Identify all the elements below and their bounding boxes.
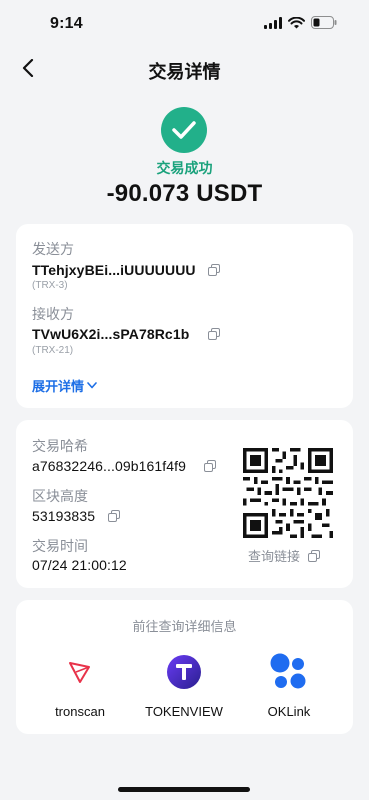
- status-text: 交易成功: [156, 160, 213, 176]
- signal-icon: [264, 16, 282, 29]
- explorer-name: tronscan: [55, 704, 105, 719]
- oklink-logo-icon: [269, 652, 309, 692]
- copy-icon[interactable]: [108, 510, 120, 522]
- battery-icon: [311, 16, 337, 29]
- sender-label: 发送方: [32, 241, 74, 257]
- copy-icon[interactable]: [208, 328, 220, 340]
- tronscan-logo-icon: [60, 652, 100, 692]
- home-indicator: [118, 787, 250, 792]
- page-title: 交易详情: [148, 62, 221, 82]
- sender-address[interactable]: TTehjxyBEi...iUUUUUUU: [32, 262, 196, 278]
- query-link-label: 查询链接: [248, 549, 301, 564]
- explorer-name: TOKENVIEW: [145, 704, 223, 719]
- tx-time-label: 交易时间: [32, 538, 88, 554]
- explorer-tronscan[interactable]: tronscan: [30, 652, 130, 719]
- nav-bar: 交易详情: [0, 48, 369, 88]
- tx-time: 07/24 21:00:12: [32, 557, 127, 573]
- chevron-down-icon: [87, 382, 97, 389]
- receiver-label: 接收方: [32, 306, 74, 322]
- receiver-address[interactable]: TVwU6X2i...sPA78Rc1b: [32, 326, 189, 342]
- tx-hash[interactable]: a76832246...09b161f4f9: [32, 458, 186, 474]
- qr-code[interactable]: [243, 448, 333, 538]
- copy-icon[interactable]: [204, 460, 216, 472]
- parties-card: 发送方 TTehjxyBEi...iUUUUUUU (TRX-3) 接收方 TV…: [16, 224, 353, 408]
- status-icons: [264, 16, 337, 29]
- block-height-label: 区块高度: [32, 488, 88, 504]
- tokenview-logo-icon: [164, 652, 204, 692]
- explorers-card: 前往查询详细信息 tronscan TOKENVIEW OKLink: [16, 600, 353, 734]
- sender-tag: (TRX-3): [32, 280, 68, 291]
- query-link-button[interactable]: 查询链接: [248, 546, 321, 565]
- explorer-oklink[interactable]: OKLink: [239, 652, 339, 719]
- block-height[interactable]: 53193835: [32, 508, 95, 524]
- expand-details-button[interactable]: 展开详情: [32, 376, 97, 395]
- transaction-amount: -90.073 USDT: [106, 180, 263, 207]
- status-time: 9:14: [50, 15, 83, 32]
- copy-icon[interactable]: [208, 264, 220, 276]
- explorer-name: OKLink: [267, 704, 311, 719]
- explorer-tokenview[interactable]: TOKENVIEW: [134, 652, 234, 719]
- wifi-icon: [288, 16, 305, 28]
- tx-hash-label: 交易哈希: [32, 438, 88, 454]
- status-bar: 9:14: [0, 0, 369, 48]
- explorers-title: 前往查询详细信息: [132, 619, 237, 634]
- tx-details-card: 交易哈希 a76832246...09b161f4f9 区块高度 5319383…: [16, 420, 353, 588]
- copy-icon: [308, 549, 321, 562]
- expand-details-label: 展开详情: [32, 379, 85, 394]
- success-check-icon: [161, 107, 207, 153]
- receiver-tag: (TRX-21): [32, 345, 74, 356]
